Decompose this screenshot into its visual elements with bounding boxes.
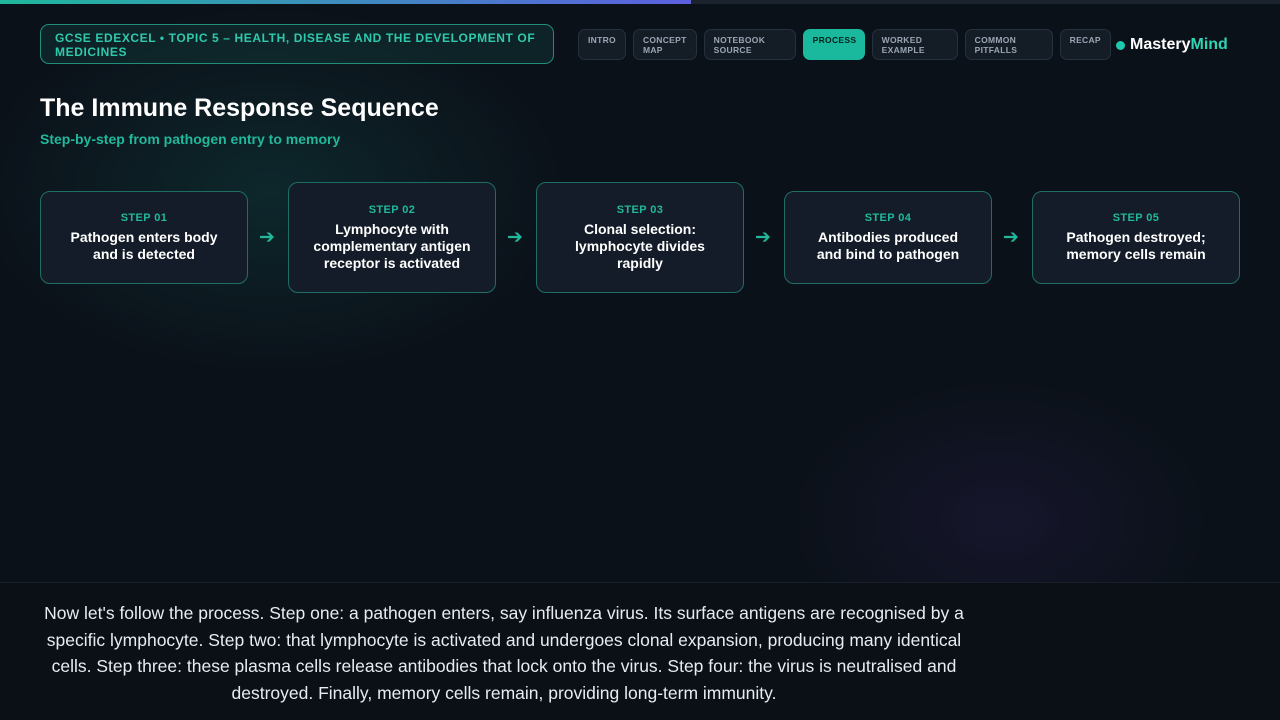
tab-recap[interactable]: RECAP: [1059, 29, 1111, 60]
tab-concept-map[interactable]: CONCEPT MAP: [632, 29, 697, 60]
step-description: Pathogen destroyed; memory cells remain: [1066, 229, 1206, 262]
brand-logo: MasteryMind: [1116, 34, 1228, 56]
step-description: Lymphocyte with complementary antigen re…: [313, 220, 471, 271]
step-number: STEP 04: [864, 212, 912, 224]
step-card-3: STEP 03 Clonal selection: lymphocyte div…: [536, 182, 744, 293]
section-nav: INTRO CONCEPT MAP NOTEBOOK SOURCE PROCES…: [578, 29, 1111, 60]
step-description: Antibodies produced and bind to pathogen: [816, 229, 960, 262]
step-description: Clonal selection: lymphocyte divides rap…: [575, 220, 705, 271]
step-card-4: STEP 04 Antibodies produced and bind to …: [784, 191, 992, 284]
tab-intro[interactable]: INTRO: [578, 29, 626, 60]
step-number: STEP 05: [1112, 212, 1160, 224]
tab-worked-example[interactable]: WORKED EXAMPLE: [871, 29, 958, 60]
arrow-right-icon: ➔: [1003, 227, 1019, 248]
arrow-right-icon: ➔: [259, 227, 275, 248]
narration-caption: Now let's follow the process. Step one: …: [44, 603, 964, 703]
step-number: STEP 01: [120, 212, 168, 224]
slide-page: GCSE EDEXCEL • TOPIC 5 – HEALTH, DISEASE…: [0, 0, 1280, 720]
tab-notebook-source[interactable]: NOTEBOOK SOURCE: [703, 29, 796, 60]
brand-dot-icon: [1116, 40, 1125, 50]
arrow-right-icon: ➔: [507, 227, 523, 248]
step-number: STEP 02: [368, 203, 416, 216]
topic-badge: GCSE EDEXCEL • TOPIC 5 – HEALTH, DISEASE…: [40, 24, 554, 64]
arrow-right-icon: ➔: [755, 227, 771, 248]
page-title: The Immune Response Sequence: [40, 94, 439, 122]
step-card-1: STEP 01 Pathogen enters body and is dete…: [40, 191, 248, 284]
tab-process[interactable]: PROCESS: [802, 29, 865, 60]
step-number: STEP 03: [616, 203, 664, 216]
step-card-5: STEP 05 Pathogen destroyed; memory cells…: [1032, 191, 1240, 284]
progress-bar: [0, 0, 1280, 4]
progress-bar-fill: [0, 0, 692, 4]
tab-common-pitfalls[interactable]: COMMON PITFALLS: [964, 29, 1053, 60]
topic-badge-label: GCSE EDEXCEL • TOPIC 5 – HEALTH, DISEASE…: [55, 31, 536, 59]
step-description: Pathogen enters body and is detected: [70, 229, 218, 262]
step-card-2: STEP 02 Lymphocyte with complementary an…: [288, 182, 496, 293]
brand-name: MasteryMind: [1130, 36, 1228, 53]
page-subtitle: Step-by-step from pathogen entry to memo…: [40, 131, 341, 147]
